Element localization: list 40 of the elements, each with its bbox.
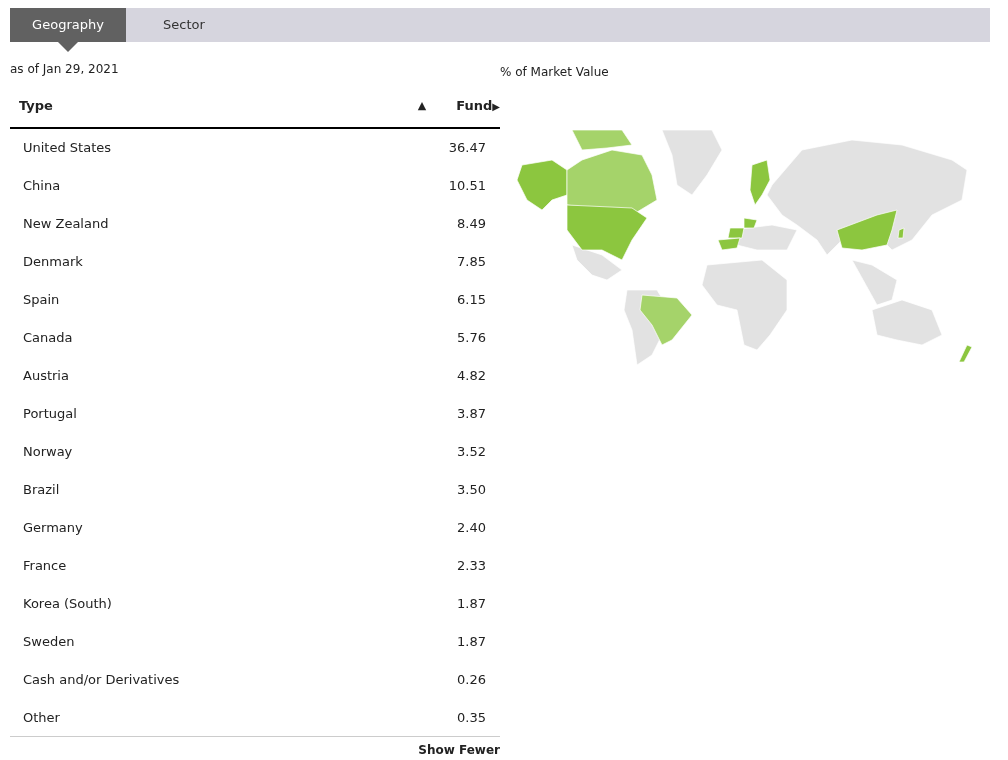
table-cell-text: Korea (South) [22,595,113,614]
table-cell-text: Germany [22,519,84,538]
table-cell-text: 7.85 [457,253,487,272]
tab[interactable]: Geography [10,8,126,42]
table-cell-text: 5.76 [457,329,487,348]
table-cell-text: Denmark [22,253,84,272]
table-cell-text: 3.50 [457,481,487,500]
table-cell-text: Brazil [22,481,61,500]
table-cell-text: 1.87 [457,633,487,652]
table-cell-text: Other [22,708,61,727]
table-cell-text: Norway [22,443,74,462]
table-cell-text: New Zealand [22,215,110,234]
table-cell-text: 3.52 [457,443,487,462]
table-cell-text: 2.40 [457,519,487,538]
map-title: % of Market Value [500,64,609,81]
table-cell-text: China [22,177,62,196]
table-cell-text: 3.87 [457,405,487,424]
table-cell-text: Canada [22,329,74,348]
sort-indicator[interactable]: ▲ [417,97,427,115]
table-cell-text: 36.47 [448,139,487,158]
table-cell-text: 10.51 [448,177,487,196]
as-of-date: as of Jan 29, 2021 [10,61,120,78]
table-cell-text: Sweden [22,633,76,652]
table-cell-text: 2.33 [457,557,487,576]
table-cell-text: Portugal [22,405,78,424]
table-cell-text: United States [22,139,113,158]
table-cell-text: Cash and/or Derivatives [22,671,181,690]
table-cell-text: Austria [22,367,70,386]
table-cell-text: 0.26 [457,671,487,690]
tab-pointer-icon [58,42,78,52]
table-cell-text: 4.82 [457,367,487,386]
table-cell-text: Spain [22,291,61,310]
table-cell-text: 1.87 [457,595,487,614]
table-cell-text: 6.15 [457,291,487,310]
table-cell-text: 8.49 [457,215,487,234]
column-header[interactable]: Fund▶ [456,96,500,116]
table-cell-text: 0.35 [457,708,487,727]
column-header[interactable]: Type [10,96,53,116]
show-fewer-link[interactable]: Show Fewer [418,741,500,759]
table-cell-text: France [22,557,68,576]
